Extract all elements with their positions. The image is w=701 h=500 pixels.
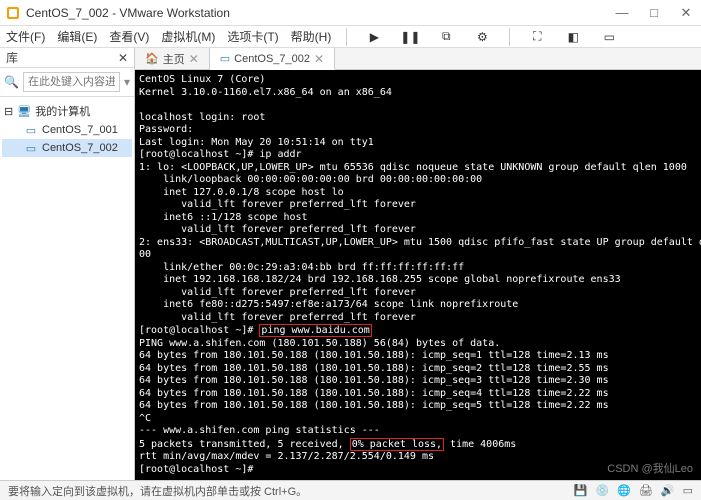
device-icon[interactable]: 💾 <box>574 484 588 497</box>
divider <box>346 28 347 46</box>
status-text: 要将输入定向到该虚拟机，请在虚拟机内部单击或按 Ctrl+G。 <box>8 483 307 499</box>
search-input[interactable] <box>23 72 120 92</box>
app-icon <box>6 6 20 20</box>
vm-icon: ▭ <box>24 141 38 155</box>
device-icon[interactable]: 🔊 <box>661 484 675 497</box>
power-on-icon[interactable]: ▶ <box>362 26 386 48</box>
minimize-button[interactable]: — <box>613 5 631 21</box>
sidebar-close-icon[interactable]: ✕ <box>118 51 128 65</box>
menu-tabs[interactable]: 选项卡(T) <box>227 28 278 45</box>
vm-tree: ⊟ 🖥 我的计算机 ▭ CentOS_7_001 ▭ CentOS_7_002 <box>0 97 134 161</box>
pause-icon[interactable]: ❚❚ <box>398 26 422 48</box>
menu-file[interactable]: 文件(F) <box>6 28 45 45</box>
tree-root-my-computer[interactable]: ⊟ 🖥 我的计算机 <box>2 101 132 121</box>
tab-home-label: 主页 <box>163 51 185 67</box>
tab-close-icon[interactable]: ✕ <box>189 52 199 66</box>
menu-vm[interactable]: 虚拟机(M) <box>161 28 215 45</box>
tree-item-centos-001[interactable]: ▭ CentOS_7_001 <box>2 121 132 139</box>
library-sidebar: 库 ✕ 🔍 ▾ ⊟ 🖥 我的计算机 ▭ CentOS_7_001 ▭ CentO… <box>0 48 135 480</box>
fullscreen-icon[interactable]: ⛶ <box>525 26 549 48</box>
tool-icon[interactable]: ▭ <box>597 26 621 48</box>
menu-bar: 文件(F) 编辑(E) 查看(V) 虚拟机(M) 选项卡(T) 帮助(H) ▶ … <box>0 26 701 48</box>
divider <box>509 28 510 46</box>
tab-vm-label: CentOS_7_002 <box>234 53 310 65</box>
sidebar-title: 库 <box>6 49 18 66</box>
tree-item-centos-002[interactable]: ▭ CentOS_7_002 <box>2 139 132 157</box>
status-bar: 要将输入定向到该虚拟机，请在虚拟机内部单击或按 Ctrl+G。 💾 💿 🌐 🖨 … <box>0 480 701 500</box>
tab-home[interactable]: 🏠 主页 ✕ <box>135 48 210 69</box>
unity-icon[interactable]: ◧ <box>561 26 585 48</box>
tab-bar: 🏠 主页 ✕ ▭ CentOS_7_002 ✕ <box>135 48 701 70</box>
vm-icon: ▭ <box>24 123 38 137</box>
search-dropdown-icon[interactable]: ▾ <box>124 75 130 89</box>
menu-view[interactable]: 查看(V) <box>109 28 149 45</box>
home-icon: 🏠 <box>145 52 159 65</box>
tree-item-label: CentOS_7_001 <box>42 124 118 136</box>
search-icon: 🔍 <box>4 75 19 89</box>
vm-icon: ▭ <box>220 52 230 65</box>
device-icon[interactable]: 🌐 <box>617 484 631 497</box>
watermark: CSDN @我仙Leo <box>607 460 693 476</box>
tab-vm[interactable]: ▭ CentOS_7_002 ✕ <box>210 48 335 70</box>
tab-close-icon[interactable]: ✕ <box>314 52 324 66</box>
highlight-ping-command: ping www.baidu.com <box>259 324 371 337</box>
expand-icon[interactable]: ⊟ <box>4 105 13 118</box>
menu-edit[interactable]: 编辑(E) <box>57 28 97 45</box>
window-title: CentOS_7_002 - VMware Workstation <box>26 6 613 20</box>
window-titlebar: CentOS_7_002 - VMware Workstation — □ ✕ <box>0 0 701 26</box>
close-button[interactable]: ✕ <box>677 5 695 21</box>
tree-root-label: 我的计算机 <box>35 103 90 119</box>
maximize-button[interactable]: □ <box>645 5 663 21</box>
settings-icon[interactable]: ⚙ <box>470 26 494 48</box>
terminal-console[interactable]: CentOS Linux 7 (Core) Kernel 3.10.0-1160… <box>135 70 701 480</box>
device-icon[interactable]: 💿 <box>596 484 610 497</box>
menu-help[interactable]: 帮助(H) <box>291 28 332 45</box>
tree-item-label: CentOS_7_002 <box>42 142 118 154</box>
snapshot-icon[interactable]: ⧉ <box>434 26 458 48</box>
computer-icon: 🖥 <box>17 104 31 118</box>
highlight-packet-loss: 0% packet loss, <box>350 438 444 451</box>
device-icon[interactable]: ▭ <box>683 484 693 497</box>
device-icon[interactable]: 🖨 <box>639 484 653 497</box>
